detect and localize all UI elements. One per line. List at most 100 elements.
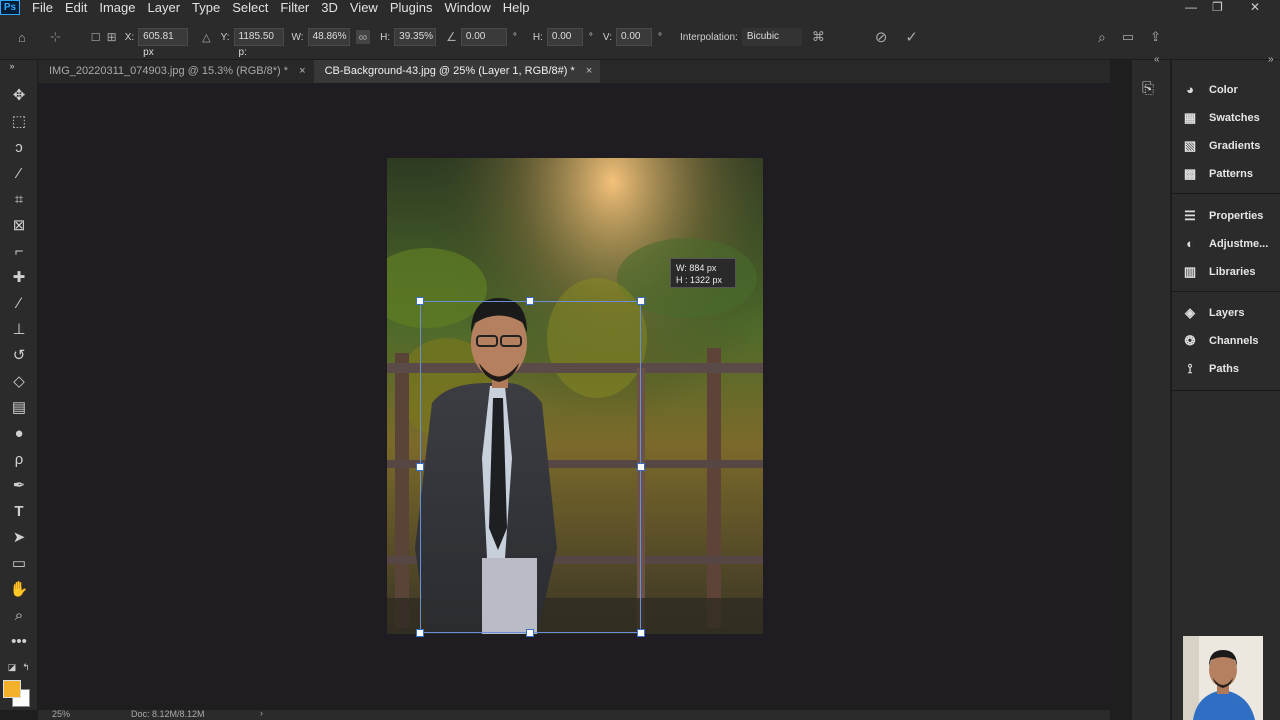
transform-handle-bottom-right[interactable]: [637, 629, 645, 637]
eyedropper-tool-icon[interactable]: ⌐: [9, 242, 29, 262]
height-field[interactable]: 39.35%: [394, 28, 437, 46]
type-tool-icon[interactable]: T: [9, 502, 29, 522]
minimize-button[interactable]: —: [1185, 0, 1197, 15]
expand-panels-icon[interactable]: »: [1268, 54, 1274, 65]
panel-swatches[interactable]: ▦ Swatches: [1182, 108, 1260, 128]
channels-icon: ❂: [1184, 333, 1196, 348]
v-skew-field[interactable]: 0.00: [615, 28, 652, 46]
collapse-panels-icon[interactable]: «: [1154, 54, 1160, 65]
link-icon[interactable]: ∞: [355, 30, 371, 44]
marquee-tool-icon[interactable]: ⬚: [9, 112, 29, 132]
panel-paths[interactable]: ⟟ Paths: [1182, 359, 1239, 379]
transform-handle-top-left[interactable]: [416, 297, 424, 305]
menu-file[interactable]: File: [26, 0, 59, 15]
tab-cb-background-43[interactable]: CB-Background-43.jpg @ 25% (Layer 1, RGB…: [313, 60, 601, 83]
cancel-transform-icon[interactable]: ⊘: [875, 28, 888, 46]
close-tab-icon[interactable]: ×: [299, 65, 305, 77]
reference-point-grid-icon[interactable]: ⊞: [107, 30, 117, 44]
menu-layer[interactable]: Layer: [142, 0, 187, 15]
magic-wand-tool-icon[interactable]: ⁄: [9, 164, 29, 184]
menu-select[interactable]: Select: [226, 0, 274, 15]
panel-layers[interactable]: ◈ Layers: [1182, 303, 1244, 323]
panel-channels[interactable]: ❂ Channels: [1182, 331, 1259, 351]
menu-type[interactable]: Type: [186, 0, 226, 15]
transform-handle-left[interactable]: [416, 463, 424, 471]
rotate-field[interactable]: 0.00: [460, 28, 507, 46]
height-label: H:: [380, 31, 391, 43]
transform-handle-bottom-left[interactable]: [416, 629, 424, 637]
eraser-tool-icon[interactable]: ◇: [9, 372, 29, 392]
workspace-icon[interactable]: ▭: [1122, 29, 1134, 45]
status-menu-arrow[interactable]: ›: [260, 708, 263, 718]
reference-point-checkbox-icon[interactable]: ☐: [91, 31, 101, 44]
healing-brush-tool-icon[interactable]: ✚: [9, 268, 29, 288]
dodge-tool-icon[interactable]: ρ: [9, 450, 29, 470]
menu-plugins[interactable]: Plugins: [384, 0, 439, 15]
panel-label: Layers: [1209, 307, 1245, 319]
menu-help[interactable]: Help: [497, 0, 536, 15]
share-icon[interactable]: ⇪: [1150, 29, 1161, 45]
panel-color[interactable]: ◕ Color: [1182, 80, 1238, 100]
panel-properties[interactable]: ☰ Properties: [1182, 206, 1263, 226]
home-icon[interactable]: ⌂: [18, 30, 26, 45]
clone-stamp-tool-icon[interactable]: ⊥: [9, 320, 29, 340]
lasso-tool-icon[interactable]: ↄ: [9, 138, 29, 158]
warp-mode-icon[interactable]: ⌘: [812, 29, 825, 45]
transform-handle-right[interactable]: [637, 463, 645, 471]
interpolation-select[interactable]: Bicubic: [741, 28, 802, 46]
more-tools-icon[interactable]: •••: [9, 632, 29, 652]
path-selection-tool-icon[interactable]: ➤: [9, 528, 29, 548]
close-window-button[interactable]: ✕: [1250, 0, 1260, 15]
transform-handle-bottom[interactable]: [526, 629, 534, 637]
panel-gradients[interactable]: ▧ Gradients: [1182, 136, 1261, 156]
x-position-field[interactable]: 605.81 px: [138, 28, 189, 58]
zoom-tool-icon[interactable]: ⌕: [9, 606, 29, 626]
menu-filter[interactable]: Filter: [274, 0, 315, 15]
transform-bounding-box[interactable]: [420, 301, 641, 633]
menu-3d[interactable]: 3D: [315, 0, 344, 15]
gradient-tool-icon[interactable]: ▤: [9, 398, 29, 418]
panel-libraries[interactable]: ▥ Libraries: [1182, 262, 1256, 282]
menu-image[interactable]: Image: [93, 0, 141, 15]
transform-handle-top[interactable]: [526, 297, 534, 305]
width-label: W:: [291, 31, 304, 43]
history-brush-tool-icon[interactable]: ↺: [9, 346, 29, 366]
h-skew-field[interactable]: 0.00: [546, 28, 583, 46]
hand-tool-icon[interactable]: ✋: [9, 580, 29, 600]
pen-tool-icon[interactable]: ✒: [9, 476, 29, 496]
tab-label: CB-Background-43.jpg @ 25% (Layer 1, RGB…: [324, 65, 575, 77]
crop-tool-icon[interactable]: ⌗: [9, 190, 29, 210]
restore-button[interactable]: ❐: [1212, 0, 1223, 15]
v-skew-label: V:: [602, 31, 612, 43]
x-label: X:: [124, 31, 135, 43]
foreground-color-swatch[interactable]: [3, 680, 21, 698]
collapse-toolbar-icon[interactable]: »: [2, 56, 22, 76]
panels-dock: » ◕ Color ▦ Swatches ▧ Gradients ▩ Patte…: [1171, 54, 1280, 720]
swap-colors-icon[interactable]: ↰: [16, 657, 36, 677]
rectangle-tool-icon[interactable]: ▭: [9, 554, 29, 574]
width-field[interactable]: 48.86%: [307, 28, 350, 46]
rotate-angle-icon: ∠: [446, 30, 457, 44]
menu-window[interactable]: Window: [438, 0, 496, 15]
menu-bar: Ps File Edit Image Layer Type Select Fil…: [0, 0, 1280, 15]
tab-img-20220311[interactable]: IMG_20220311_074903.jpg @ 15.3% (RGB/8*)…: [38, 60, 314, 83]
history-panel-icon[interactable]: ⎘: [1142, 80, 1154, 97]
zoom-level[interactable]: 25%: [52, 709, 70, 719]
document-canvas[interactable]: [387, 158, 763, 634]
status-bar: 25% Doc: 8.12M/8.12M ›: [38, 708, 1110, 720]
panel-patterns[interactable]: ▩ Patterns: [1182, 164, 1253, 184]
swatches-grid-icon: ▦: [1183, 110, 1197, 125]
search-icon[interactable]: ⌕: [1098, 29, 1106, 46]
commit-transform-icon[interactable]: ✓: [905, 28, 918, 46]
menu-view[interactable]: View: [344, 0, 384, 15]
frame-tool-icon[interactable]: ⊠: [9, 216, 29, 236]
relative-position-icon[interactable]: △: [202, 31, 210, 44]
close-tab-icon[interactable]: ×: [586, 65, 592, 77]
brush-tool-icon[interactable]: ∕: [9, 294, 29, 314]
y-position-field[interactable]: 1185.50 p:: [233, 28, 284, 58]
transform-handle-top-right[interactable]: [637, 297, 645, 305]
move-tool-icon[interactable]: ✥: [9, 86, 29, 106]
panel-adjustments[interactable]: ◐ Adjustme...: [1182, 234, 1268, 254]
blur-tool-icon[interactable]: ●: [9, 424, 29, 444]
menu-edit[interactable]: Edit: [59, 0, 93, 15]
